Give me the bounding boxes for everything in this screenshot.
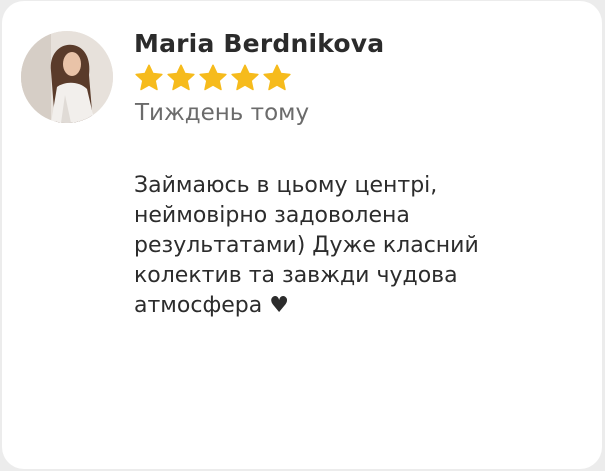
- review-card: Maria Berdnikova Тиждень тому Займаюсь в…: [2, 1, 602, 469]
- author-name: Maria Berdnikova: [134, 29, 385, 58]
- rating-stars: [134, 63, 292, 95]
- star-icon: [135, 64, 163, 91]
- review-date: Тиждень тому: [135, 100, 310, 126]
- avatar: [21, 31, 113, 123]
- review-text: Займаюсь в цьому центрі, неймовірно задо…: [134, 173, 479, 318]
- star-icon: [263, 64, 291, 91]
- avatar-photo: [21, 31, 113, 123]
- star-icon: [231, 64, 259, 91]
- star-icon: [199, 64, 227, 91]
- star-icon: [167, 64, 195, 91]
